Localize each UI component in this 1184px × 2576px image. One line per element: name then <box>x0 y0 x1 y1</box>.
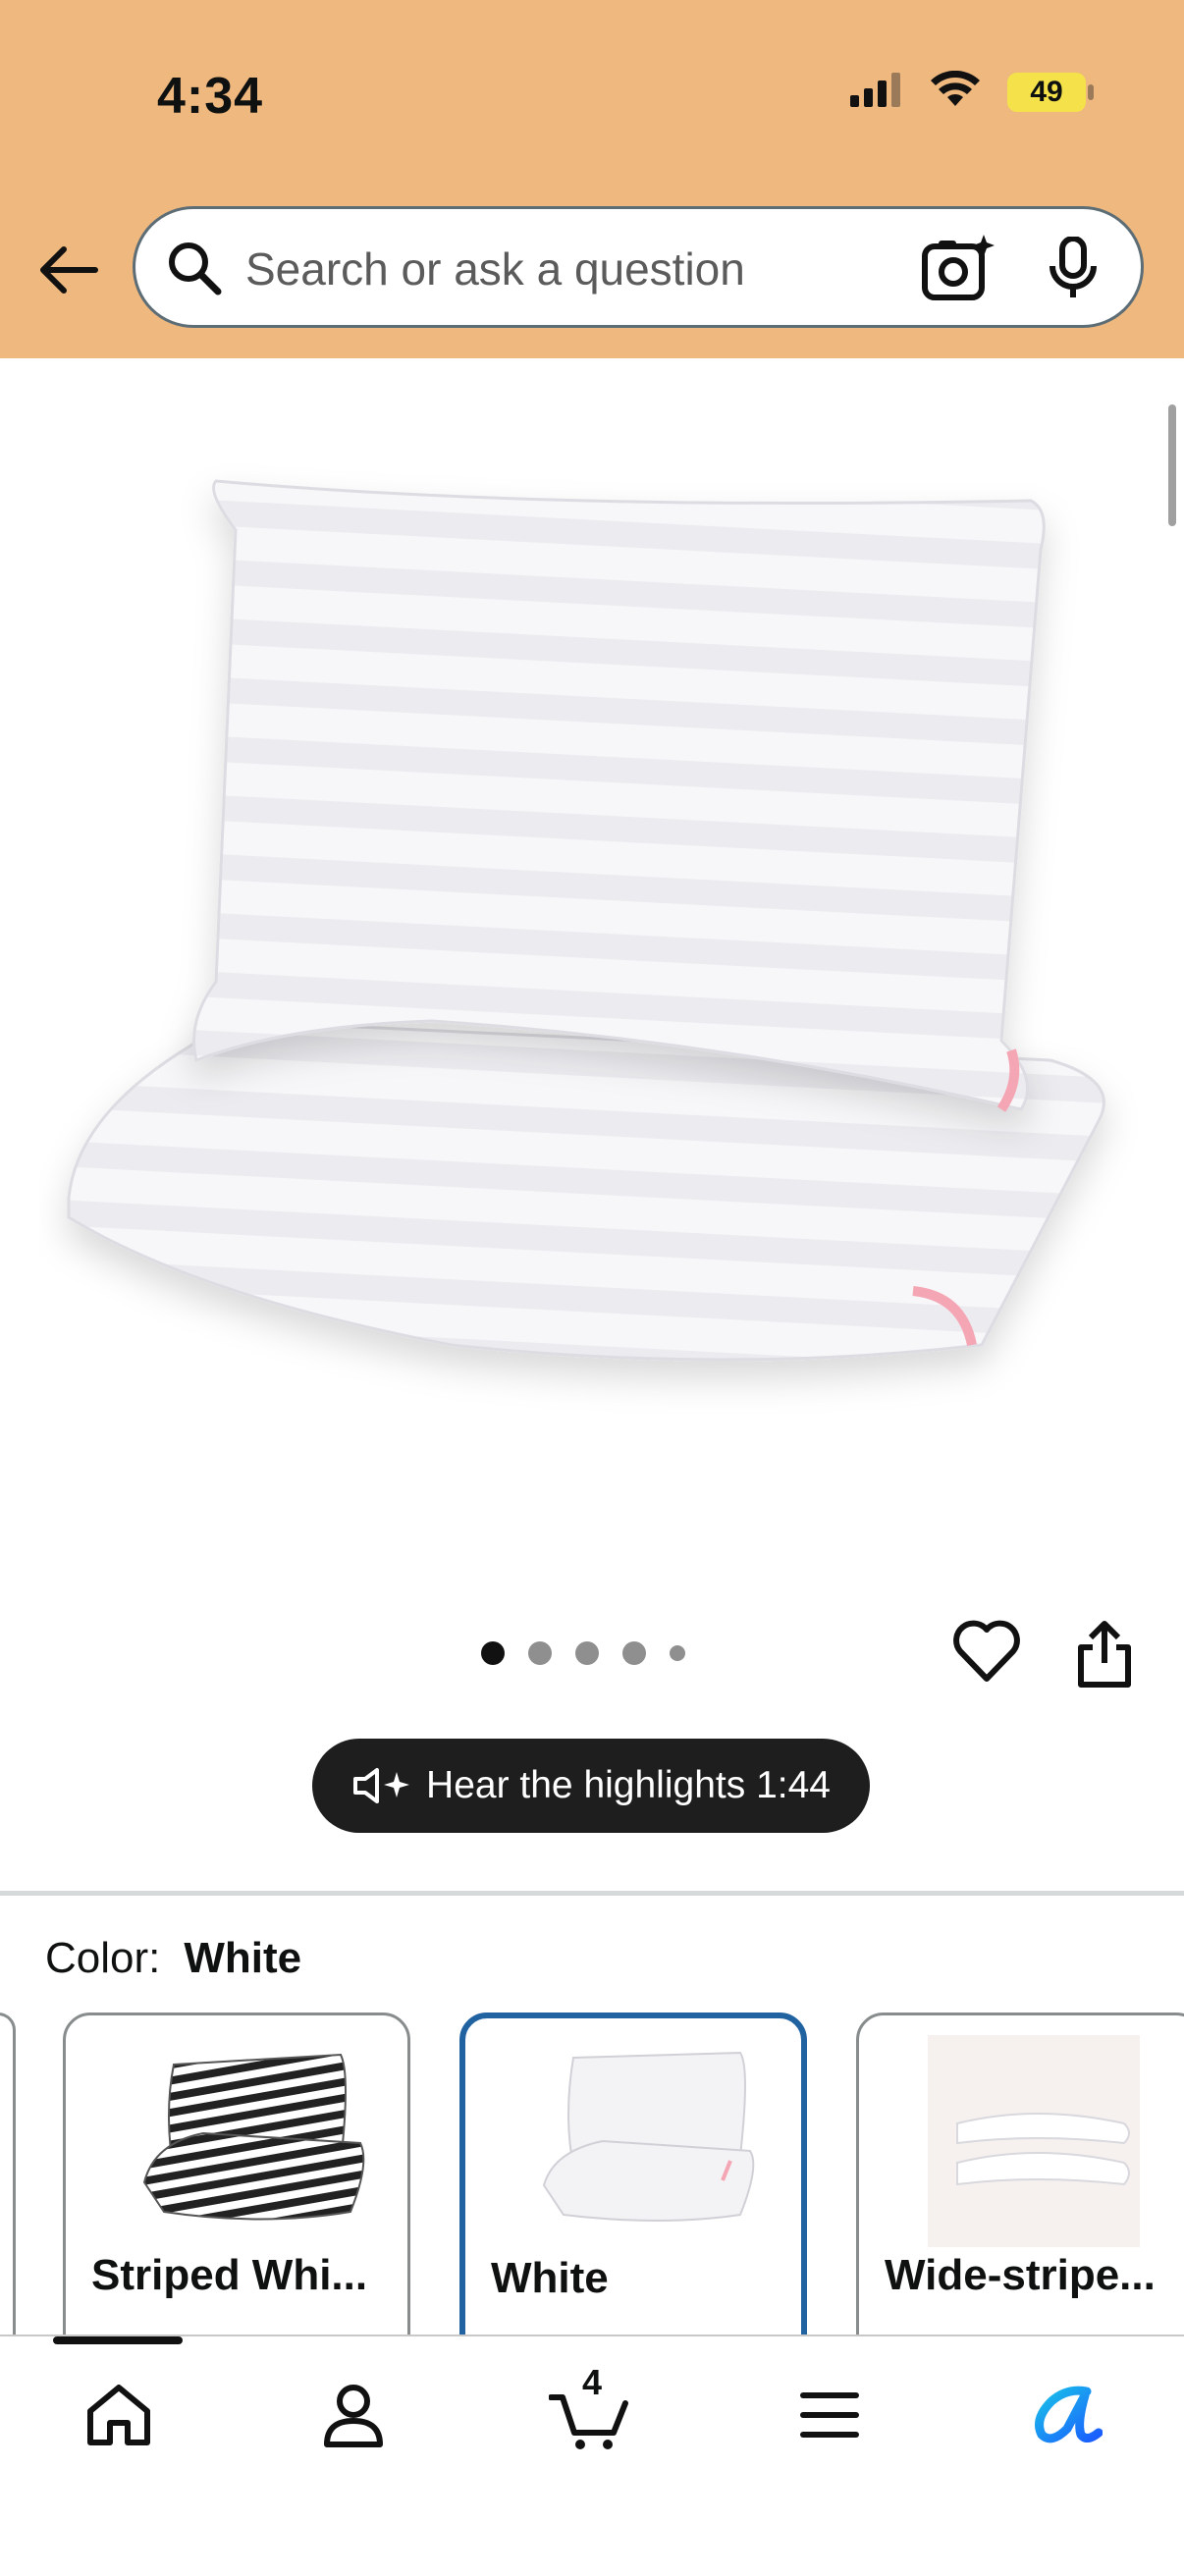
tab-rufus-assistant[interactable] <box>1011 2366 1119 2464</box>
wishlist-heart-icon[interactable] <box>952 1620 1021 1688</box>
wifi-icon <box>931 70 980 113</box>
share-icon[interactable] <box>1075 1620 1134 1693</box>
camera-search-icon[interactable] <box>921 233 996 308</box>
tab-home[interactable] <box>65 2366 173 2464</box>
swatch-label: Wide-stripe... <box>885 2251 1156 2299</box>
color-label: Color: <box>45 1934 161 1982</box>
carousel-dot[interactable] <box>575 1641 599 1665</box>
person-icon <box>324 2385 383 2447</box>
search-bar[interactable] <box>133 206 1144 328</box>
rufus-assistant-icon <box>1035 2386 1103 2443</box>
carousel-dot[interactable] <box>670 1645 685 1661</box>
cart-count-badge: 4 <box>582 2362 603 2402</box>
swatch-image-striped <box>142 2053 365 2221</box>
microphone-icon[interactable] <box>1049 236 1098 304</box>
home-icon <box>87 2385 150 2445</box>
back-arrow-icon <box>40 246 98 294</box>
product-image[interactable] <box>39 432 1139 1414</box>
status-time: 4:34 <box>157 68 264 125</box>
tab-account[interactable] <box>299 2366 407 2464</box>
carousel-dot[interactable] <box>481 1641 505 1665</box>
cellular-signal-icon <box>848 72 903 112</box>
swatch-label: White <box>491 2254 609 2302</box>
tab-menu[interactable] <box>776 2366 884 2464</box>
menu-icon <box>800 2392 859 2438</box>
tab-active-indicator <box>53 2336 183 2344</box>
status-icons: 49 <box>848 70 1094 113</box>
image-carousel-dots <box>481 1641 685 1665</box>
swatch-image-white <box>542 2051 755 2222</box>
scrollbar-thumb[interactable] <box>1168 404 1176 526</box>
carousel-dot[interactable] <box>622 1641 646 1665</box>
swatch-label: Striped Whi... <box>91 2251 368 2299</box>
back-button[interactable] <box>29 236 108 304</box>
section-divider <box>0 1891 1184 1896</box>
hear-highlights-label: Hear the highlights 1:44 <box>426 1764 831 1806</box>
color-selector-heading: Color: White <box>45 1934 301 1983</box>
hear-highlights-button[interactable]: Hear the highlights 1:44 <box>312 1739 870 1833</box>
carousel-dot[interactable] <box>528 1641 552 1665</box>
battery-indicator: 49 <box>1007 72 1094 112</box>
swatch-image-wide-stripe <box>928 2035 1140 2247</box>
tab-cart[interactable]: 4 <box>536 2362 644 2464</box>
selected-color-value: White <box>184 1934 302 1982</box>
search-input[interactable] <box>243 229 935 309</box>
speaker-sparkle-icon <box>351 1766 414 1805</box>
search-icon <box>165 239 224 302</box>
